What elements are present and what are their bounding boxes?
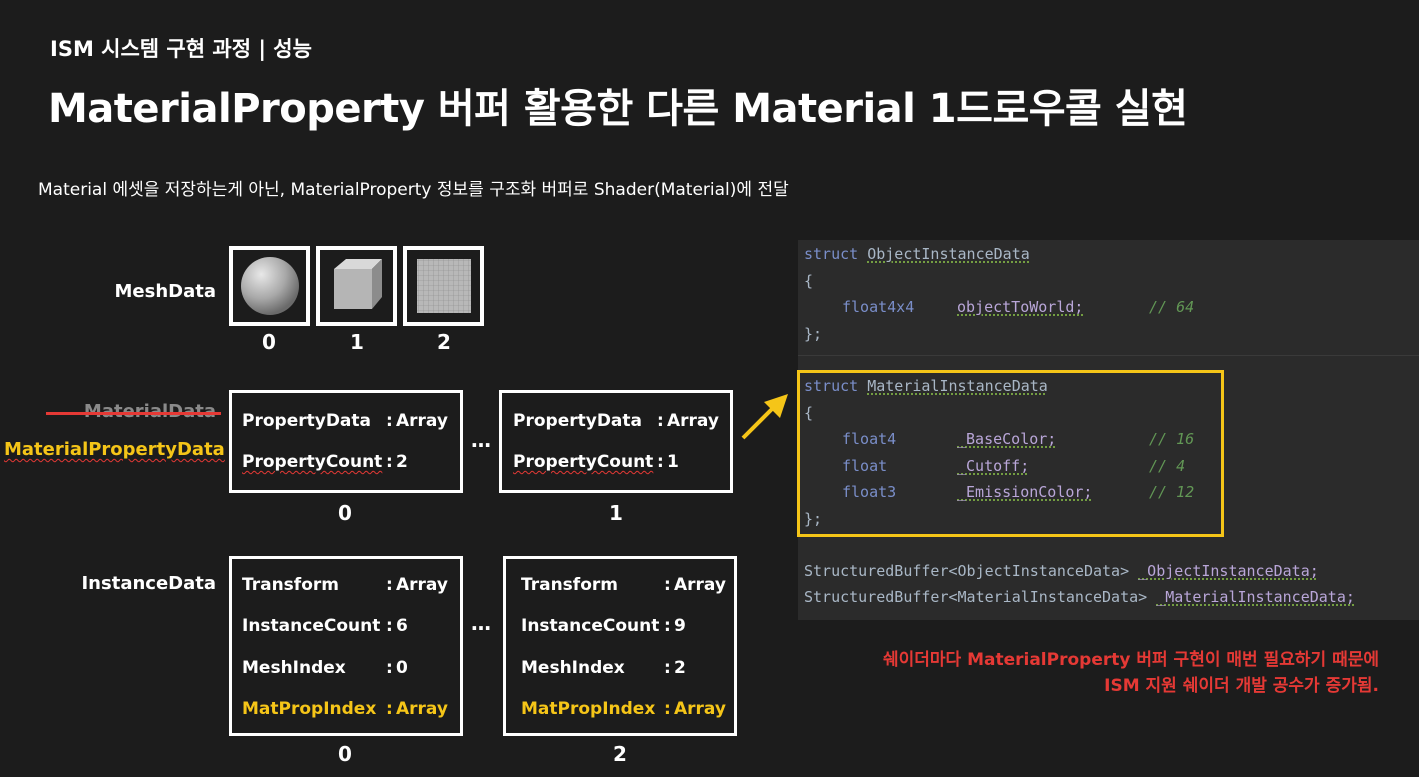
field-value: Array (396, 699, 448, 719)
field-key: PropertyCount (513, 452, 654, 472)
field-value: Array (396, 411, 448, 431)
material-property-data-label: MaterialPropertyData (4, 439, 225, 460)
field-key: MatPropIndex (242, 699, 377, 719)
field-sep: : (664, 699, 671, 719)
warning-line-1: 쉐이더마다 MaterialProperty 버퍼 구현이 매번 필요하기 때문… (882, 650, 1379, 670)
field-sep: : (386, 699, 393, 719)
ellipsis: … (471, 428, 491, 452)
mesh-index-1: 1 (350, 330, 364, 354)
mesh-index-2: 2 (437, 330, 451, 354)
field-key: InstanceCount (521, 616, 660, 636)
field-value: 9 (674, 616, 686, 636)
field-value: 6 (396, 616, 408, 636)
mesh-box-sphere (229, 246, 310, 326)
field-key: Transform (242, 575, 339, 595)
field-value: 2 (674, 658, 686, 678)
field-key: MatPropIndex (521, 699, 656, 719)
field-value: Array (667, 411, 719, 431)
plane-icon (416, 259, 471, 313)
mesh-box-cube (316, 246, 397, 326)
instance-box-2: Transform : Array InstanceCount : 9 Mesh… (503, 556, 737, 736)
field-key: MeshIndex (521, 658, 625, 678)
field-value: Array (396, 575, 448, 595)
code-line: { (804, 272, 814, 290)
field-key: PropertyData (242, 411, 371, 431)
field-sep: : (657, 452, 664, 472)
code-line: float4x4 (842, 298, 915, 316)
instance-index-2: 2 (613, 742, 627, 766)
field-key: PropertyData (513, 411, 642, 431)
field-value: 2 (396, 452, 408, 472)
warning-note: 쉐이더마다 MaterialProperty 버퍼 구현이 매번 필요하기 때문… (883, 647, 1379, 699)
mesh-box-plane (403, 246, 484, 326)
warning-line-2: ISM 지원 쉐이더 개발 공수가 증가됨. (1104, 676, 1379, 696)
field-value: 0 (396, 658, 408, 678)
instance-box-0: Transform : Array InstanceCount : 6 Mesh… (229, 556, 463, 736)
field-sep: : (386, 575, 393, 595)
field-value: Array (674, 699, 726, 719)
highlight-box (797, 370, 1224, 537)
field-key: Transform (521, 575, 618, 595)
field-sep: : (386, 452, 393, 472)
instance-index-0: 0 (338, 742, 352, 766)
field-sep: : (664, 575, 671, 595)
field-value: 1 (667, 452, 679, 472)
field-key: MeshIndex (242, 658, 346, 678)
code-divider (798, 355, 1419, 356)
field-sep: : (386, 616, 393, 636)
material-index-1: 1 (609, 501, 623, 525)
material-index-0: 0 (338, 501, 352, 525)
field-key: PropertyCount (242, 452, 383, 472)
cube-icon (333, 259, 382, 309)
code-field-name: objectToWorld; (957, 298, 1084, 316)
field-sep: : (664, 658, 671, 678)
field-key: InstanceCount (242, 616, 381, 636)
field-sep: : (386, 658, 393, 678)
code-line: StructuredBuffer<MaterialInstanceData> _… (804, 588, 1355, 606)
sphere-icon (240, 257, 299, 315)
strikethrough-line (46, 412, 221, 415)
mesh-index-0: 0 (262, 330, 276, 354)
code-line: StructuredBuffer<ObjectInstanceData> _Ob… (804, 562, 1319, 580)
field-value: Array (674, 575, 726, 595)
field-sep: : (664, 616, 671, 636)
field-sep: : (657, 411, 664, 431)
material-property-box-0: PropertyData : Array PropertyCount : 2 (229, 390, 463, 493)
code-line: struct ObjectInstanceData (804, 245, 1030, 263)
material-property-box-1: PropertyData : Array PropertyCount : 1 (499, 390, 733, 493)
instance-data-label: InstanceData (81, 573, 216, 594)
section-subtitle: ISM 시스템 구현 과정 | 성능 (50, 37, 312, 61)
description-text: Material 에셋을 저장하는게 아닌, MaterialProperty … (38, 180, 789, 200)
ellipsis: … (471, 611, 491, 635)
arrow-icon (741, 394, 788, 440)
mesh-data-label: MeshData (114, 281, 217, 302)
code-line: }; (804, 325, 823, 343)
page-title: MaterialProperty 버퍼 활용한 다른 Material 1드로우… (48, 86, 1188, 132)
field-sep: : (386, 411, 393, 431)
code-comment: // 64 (1149, 298, 1195, 316)
